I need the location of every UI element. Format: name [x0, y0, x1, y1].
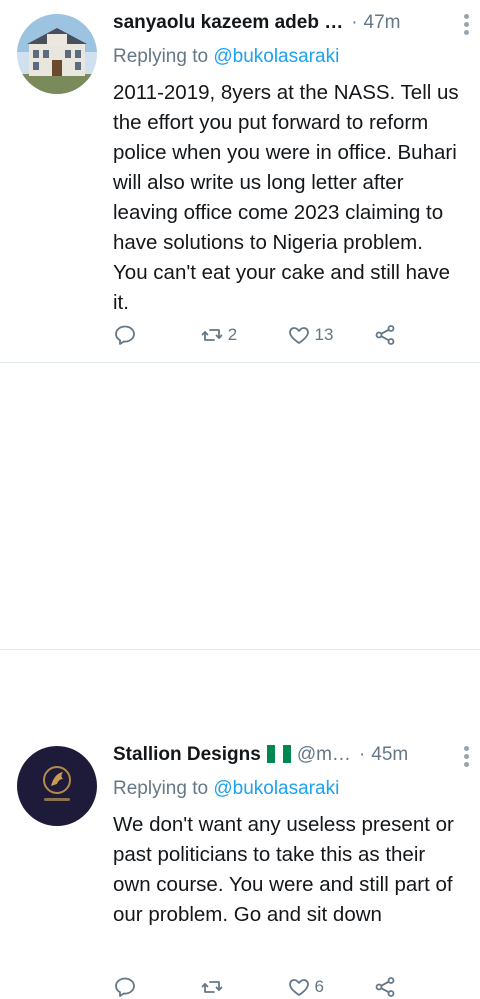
action-bar: 6 [113, 975, 460, 999]
stallion-logo-avatar [17, 746, 97, 826]
tweet-header: sanyaolu kazeem adeb … · 47m [113, 8, 460, 38]
avatar[interactable] [17, 746, 97, 826]
comment-icon [115, 977, 135, 997]
mention-link[interactable]: @bukolasaraki [213, 46, 339, 67]
building-photo-avatar [17, 14, 97, 94]
display-name[interactable]: Stallion Designs [113, 744, 261, 766]
retweet-icon [201, 329, 223, 341]
tweet[interactable]: sanyaolu kazeem adeb … · 47m Replying to… [0, 0, 480, 363]
tweet[interactable]: Stallion Designs @m… · 45m Replying to @… [0, 363, 480, 997]
replying-to: Replying to @bukolasaraki [113, 776, 460, 802]
like-button[interactable]: 13 [287, 323, 374, 347]
retweet-icon [201, 981, 223, 993]
mention-link[interactable]: @bukolasaraki [213, 778, 339, 799]
action-bar: 2 13 [113, 323, 460, 347]
replying-prefix: Replying to [113, 778, 209, 799]
like-button[interactable]: 6 [287, 975, 374, 999]
replying-to: Replying to @bukolasaraki [113, 44, 460, 70]
tweet-header: Stallion Designs @m… · 45m [113, 740, 460, 770]
separator-dot: · [358, 744, 366, 765]
like-count: 13 [314, 325, 334, 344]
replying-prefix: Replying to [113, 46, 209, 67]
timestamp[interactable]: 45m [371, 744, 408, 766]
nigeria-flag-icon [266, 745, 291, 763]
share-icon [375, 977, 395, 997]
comment-button[interactable] [113, 323, 200, 347]
heart-icon [288, 327, 309, 344]
separator-dot: · [351, 12, 358, 33]
more-vertical-icon[interactable] [462, 14, 470, 35]
retweet-button[interactable]: 2 [200, 323, 287, 347]
comment-icon [115, 325, 135, 345]
share-icon [375, 325, 395, 345]
tweet-text: 2011-2019, 8yers at the NASS. Tell us th… [113, 81, 459, 314]
tweet-text: We don't want any useless present or pas… [113, 813, 454, 926]
user-handle[interactable]: @m… [297, 744, 351, 766]
like-count: 6 [314, 977, 324, 996]
comment-button[interactable] [113, 975, 200, 999]
retweet-button[interactable] [200, 975, 287, 999]
share-button[interactable] [373, 323, 460, 347]
heart-icon [288, 979, 309, 996]
avatar[interactable] [17, 14, 97, 94]
retweet-count: 2 [227, 325, 238, 344]
share-button[interactable] [373, 975, 460, 999]
more-vertical-icon[interactable] [462, 746, 470, 767]
display-name[interactable]: sanyaolu kazeem adeb … [113, 12, 343, 34]
timestamp[interactable]: 47m [364, 12, 401, 34]
